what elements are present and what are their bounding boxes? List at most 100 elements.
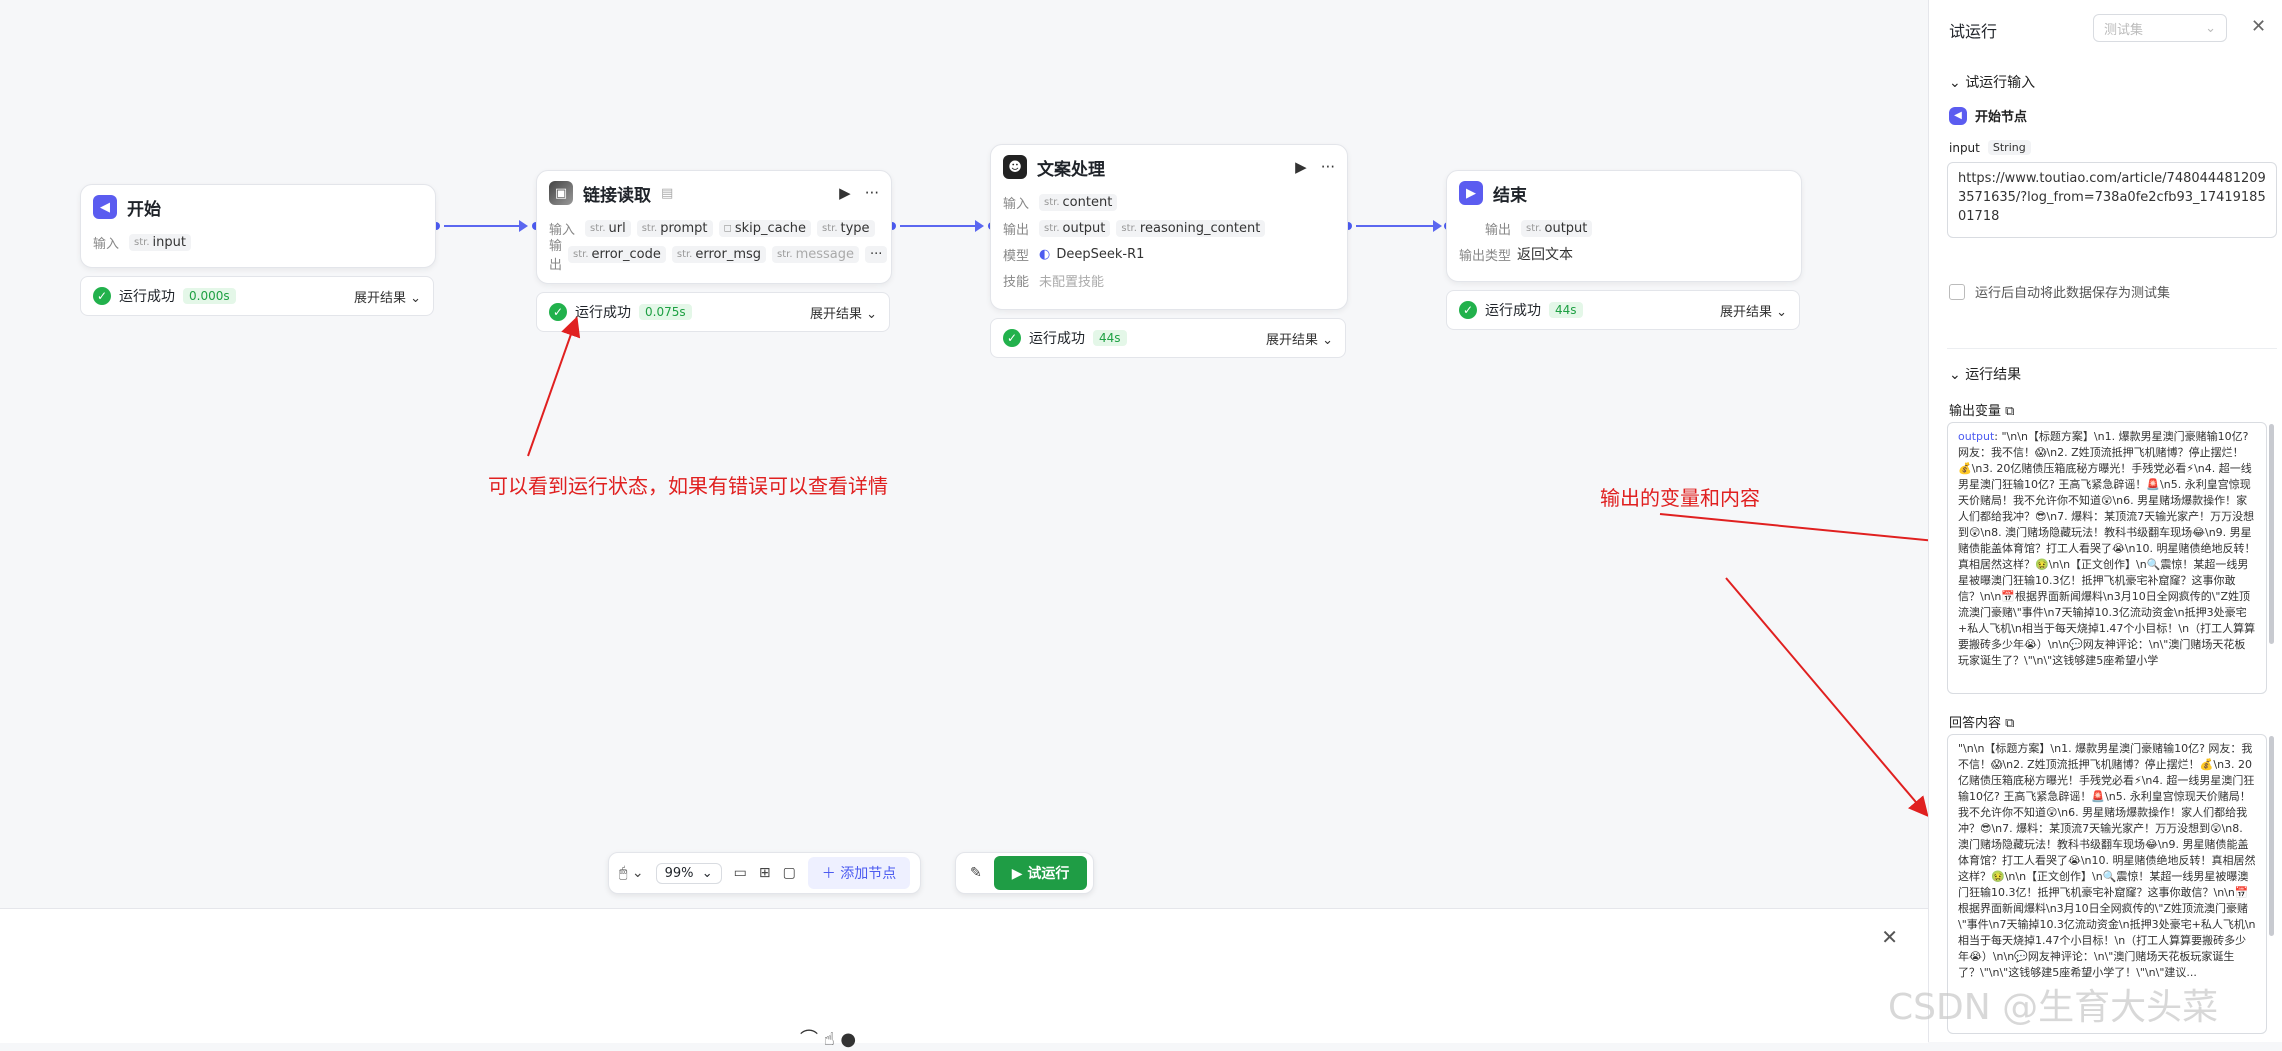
run-time-badge: 0.075s	[639, 304, 692, 320]
workflow-canvas[interactable]: ◀ 开始 输入 str. input ✓ 运行成功 0.000s 展开结果 ⌄ ▣…	[0, 0, 1928, 1042]
output-variable-box[interactable]: output: "\n\n【标题方案】\n1. 爆款男星澳门豪赌输10亿? 网友…	[1947, 422, 2267, 694]
link-reader-icon: ▣	[549, 181, 573, 205]
play-icon[interactable]: ▶	[1295, 158, 1307, 176]
output-label: 输出	[549, 239, 563, 273]
run-time-badge: 0.000s	[183, 288, 236, 304]
status-start: ✓ 运行成功 0.000s 展开结果 ⌄	[80, 276, 434, 316]
param-tag: str. content	[1039, 193, 1118, 211]
info-icon: ▤	[661, 185, 674, 201]
close-icon[interactable]: ✕	[1881, 925, 1898, 949]
param-tag: str. url	[585, 219, 631, 237]
arrow-to-output-var	[1659, 513, 1928, 542]
more-icon[interactable]: ···	[865, 184, 879, 202]
input-url-field[interactable]: https://www.toutiao.com/article/74804448…	[1947, 162, 2277, 238]
output-kind-value: 返回文本	[1517, 247, 1574, 263]
scrollbar[interactable]	[2269, 424, 2274, 644]
output-value: "\n\n【标题方案】\n1. 爆款男星澳门豪赌输10亿? 网友：我不信！😱\n…	[1958, 430, 2256, 667]
zoom-select[interactable]: 99% ⌄	[655, 862, 722, 884]
section-test-input[interactable]: ⌄ 试运行输入	[1949, 72, 2035, 92]
test-run-panel: 试运行 测试集 ⌄ ✕ ⌄ 试运行输入 ◀ 开始节点 input String h…	[1928, 0, 2282, 1042]
add-node-button[interactable]: ＋ 添加节点	[807, 857, 911, 889]
param-tag: ◻ skip_cache	[718, 219, 811, 237]
param-tag: str. error_msg	[671, 245, 767, 263]
answer-label: 回答内容 ⧉	[1949, 716, 2015, 731]
start-node-label: ◀ 开始节点	[1949, 106, 2027, 125]
success-check-icon: ✓	[1003, 329, 1021, 347]
start-icon: ◀	[1949, 106, 1967, 125]
expand-result-button[interactable]: 展开结果 ⌄	[1266, 329, 1333, 348]
param-tag: str. prompt	[636, 219, 713, 237]
success-check-icon: ✓	[1459, 301, 1477, 319]
annotation-status: 可以看到运行状态，如果有错误可以查看详情	[488, 474, 888, 498]
watermark: CSDN @生育大头菜	[1888, 987, 2219, 1028]
output-label: 输出	[1003, 222, 1030, 238]
model-name: DeepSeek-R1	[1056, 246, 1145, 262]
param-tag: str. output	[1521, 219, 1593, 237]
section-run-result[interactable]: ⌄ 运行结果	[1949, 364, 2021, 384]
layout-icon[interactable]: ⊞	[759, 865, 771, 881]
comment-icon[interactable]: ▭	[734, 865, 747, 881]
copy-icon[interactable]: ⧉	[2005, 716, 2014, 731]
model-label: 模型	[1003, 248, 1030, 264]
test-run-button[interactable]: ▶ 试运行	[993, 856, 1088, 890]
output-key: output	[1958, 430, 1995, 443]
status-end: ✓ 运行成功 44s 展开结果 ⌄	[1446, 290, 1800, 330]
output-var-label: 输出变量 ⧉	[1949, 404, 2015, 419]
more-params-button[interactable]: ···	[865, 245, 888, 263]
node-title: 链接读取	[583, 185, 651, 206]
edge-text-end	[1356, 220, 1442, 232]
arrow-to-status	[527, 316, 581, 457]
status-label: 运行成功	[1029, 331, 1085, 347]
test-set-select[interactable]: 测试集 ⌄	[2093, 14, 2227, 42]
save-testset-checkbox[interactable]: 运行后自动将此数据保存为测试集	[1949, 282, 2170, 301]
play-icon[interactable]: ▶	[839, 184, 851, 202]
status-label: 运行成功	[575, 305, 631, 321]
copy-icon[interactable]: ⧉	[2005, 404, 2014, 419]
edge-link-text	[900, 220, 984, 232]
node-end[interactable]: ▶ 结束 输出 str. output 输出类型 返回文本	[1446, 170, 1802, 282]
node-text-processing[interactable]: ☻ 文案处理 ▶ ··· 输入 str. content 输出 str. outpu…	[990, 144, 1348, 310]
expand-result-button[interactable]: 展开结果 ⌄	[354, 287, 421, 306]
run-time-badge: 44s	[1093, 330, 1127, 346]
expand-result-button[interactable]: 展开结果 ⌄	[1720, 301, 1787, 320]
param-tag: str. error_code	[568, 245, 666, 263]
run-time-badge: 44s	[1549, 302, 1583, 318]
status-link-reader: ✓ 运行成功 0.075s 展开结果 ⌄	[536, 292, 890, 332]
robot-icon: ☻	[1003, 155, 1027, 179]
param-tag: str. output	[1039, 219, 1111, 237]
node-title: 文案处理	[1037, 159, 1105, 180]
edge-start-link	[444, 220, 528, 232]
scrollbar[interactable]	[2269, 736, 2274, 936]
bottom-panel: ✕ ⌒ ☝ ●	[0, 908, 1928, 1050]
minimap-icon[interactable]: ▢	[783, 865, 796, 881]
success-check-icon: ✓	[549, 303, 567, 321]
divider	[1947, 348, 2277, 349]
output-kind-label: 输出类型	[1459, 248, 1512, 264]
pointer-mode-icon[interactable]: 🖱 ⌄	[619, 865, 644, 881]
close-icon[interactable]: ✕	[2251, 16, 2266, 37]
more-icon[interactable]: ···	[1321, 158, 1335, 176]
end-icon: ▶	[1459, 181, 1483, 205]
status-text-processing: ✓ 运行成功 44s 展开结果 ⌄	[990, 318, 1346, 358]
node-title: 结束	[1493, 185, 1527, 206]
param-tag: str. type	[817, 219, 875, 237]
node-start[interactable]: ◀ 开始 输入 str. input	[80, 184, 436, 268]
annotation-output: 输出的变量和内容	[1600, 486, 1760, 510]
input-label: 输入	[1003, 196, 1030, 212]
param-tag: str. input	[129, 233, 191, 251]
param-tag: str. reasoning_content	[1116, 219, 1266, 237]
success-check-icon: ✓	[93, 287, 111, 305]
skill-label: 技能	[1003, 274, 1030, 290]
checkbox-box[interactable]	[1949, 283, 1965, 300]
bottom-glyph-icon: ⌒ ☝ ●	[800, 1029, 857, 1050]
expand-result-button[interactable]: 展开结果 ⌄	[810, 303, 877, 322]
node-link-reader[interactable]: ▣ 链接读取 ▤ ▶ ··· 输入 str. url str. prompt ◻ sk…	[536, 170, 892, 284]
run-toolbar: ✎ ▶ 试运行	[955, 852, 1095, 894]
input-field-label: input String	[1949, 140, 2031, 155]
panel-title: 试运行	[1949, 22, 1998, 41]
debug-icon[interactable]: ✎	[970, 865, 982, 881]
deepseek-icon: ◐	[1039, 246, 1051, 262]
canvas-toolbar: 🖱 ⌄ 99% ⌄ ▭ ⊞ ▢ ＋ 添加节点	[608, 852, 922, 894]
status-label: 运行成功	[119, 289, 175, 305]
status-label: 运行成功	[1485, 303, 1541, 319]
